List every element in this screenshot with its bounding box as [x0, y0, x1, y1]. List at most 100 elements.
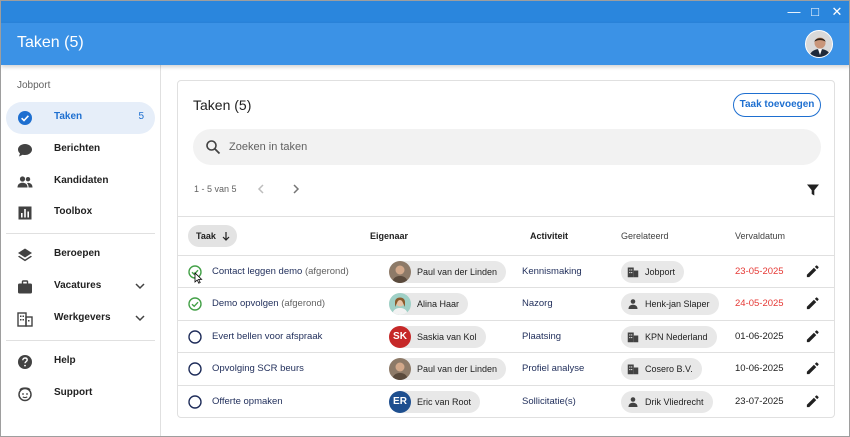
edit-icon[interactable]: [805, 361, 820, 376]
incomplete-circle-icon[interactable]: [188, 362, 202, 376]
sidebar-item-taken[interactable]: Taken 5: [6, 102, 155, 134]
owner-name: Paul van der Linden: [417, 267, 498, 277]
sidebar: Jobport Taken 5 Berichten Kandidaten Too…: [1, 65, 161, 436]
related-chip[interactable]: Jobport: [621, 261, 685, 283]
sidebar-item-support[interactable]: Support: [6, 378, 155, 410]
due-date: 10-06-2025: [735, 363, 784, 374]
maximize-button[interactable]: □: [807, 4, 823, 20]
building-icon: [627, 364, 639, 375]
sidebar-section-title: Jobport: [17, 80, 51, 91]
owner-chip[interactable]: ER Eric van Root: [389, 391, 481, 413]
person-icon: [628, 299, 638, 309]
sidebar-item-beroepen[interactable]: Beroepen: [6, 239, 155, 271]
related-name: Henk-jan Slaper: [645, 299, 710, 309]
column-header-activity[interactable]: Activiteit: [530, 231, 568, 241]
user-avatar[interactable]: [805, 30, 833, 58]
owner-photo: [389, 358, 411, 380]
task-title[interactable]: Opvolging SCR beurs: [212, 363, 304, 374]
sidebar-item-label: Kandidaten: [54, 175, 109, 186]
owner-chip[interactable]: Alina Haar: [389, 293, 469, 315]
edit-icon[interactable]: [805, 394, 820, 409]
task-title[interactable]: Contact leggen demo (afgerond): [212, 266, 349, 277]
sidebar-item-help[interactable]: Help: [6, 346, 155, 378]
task-title[interactable]: Demo opvolgen (afgerond): [212, 298, 325, 309]
chevron-right-icon[interactable]: [289, 182, 303, 196]
incomplete-circle-icon[interactable]: [188, 330, 202, 344]
task-title[interactable]: Offerte opmaken: [212, 396, 283, 407]
mouse-cursor-icon: [194, 272, 203, 284]
related-chip[interactable]: Cosero B.V.: [621, 358, 702, 380]
task-title[interactable]: Evert bellen voor afspraak: [212, 331, 322, 342]
column-header-task: Taak: [196, 231, 216, 241]
owner-photo: [389, 293, 411, 315]
minimize-button[interactable]: —: [786, 4, 802, 20]
owner-chip[interactable]: Paul van der Linden: [389, 261, 507, 283]
sidebar-item-label: Werkgevers: [54, 312, 111, 323]
building-icon: [627, 332, 639, 343]
building-icon: [17, 312, 33, 327]
task-activity: Nazorg: [522, 298, 553, 309]
due-date: 23-05-2025: [735, 266, 784, 277]
layers-icon: [18, 248, 32, 262]
sidebar-item-toolbox[interactable]: Toolbox: [6, 197, 155, 229]
sidebar-item-kandidaten[interactable]: Kandidaten: [6, 166, 155, 198]
related-chip[interactable]: Henk-jan Slaper: [621, 293, 719, 315]
owner-avatar: [389, 261, 411, 283]
table-row[interactable]: Evert bellen voor afspraak SK Saskia van…: [178, 320, 834, 352]
incomplete-circle-icon[interactable]: [188, 395, 202, 409]
task-activity: Plaatsing: [522, 331, 562, 342]
owner-chip[interactable]: SK Saskia van Kol: [389, 326, 486, 348]
owner-avatar: [389, 293, 411, 315]
table-row[interactable]: Contact leggen demo (afgerond) Paul van …: [178, 255, 834, 287]
support-icon: [18, 387, 32, 402]
chevron-left-icon[interactable]: [254, 182, 268, 196]
search-input[interactable]: [229, 137, 789, 157]
help-icon: [18, 355, 32, 369]
sidebar-item-vacatures[interactable]: Vacatures: [6, 271, 155, 303]
arrow-down-icon: [222, 232, 230, 241]
sidebar-item-count: 5: [138, 111, 144, 122]
due-date: 24-05-2025: [735, 298, 784, 309]
edit-icon[interactable]: [805, 296, 820, 311]
related-name: Cosero B.V.: [645, 364, 693, 374]
chat-bubble-icon: [18, 144, 32, 157]
edit-icon[interactable]: [805, 264, 820, 279]
table-row[interactable]: Opvolging SCR beurs Paul van der Linden …: [178, 352, 834, 384]
column-header-due[interactable]: Vervaldatum: [735, 231, 785, 241]
owner-name: Eric van Root: [417, 397, 472, 407]
sidebar-divider: [6, 233, 155, 234]
column-header-owner[interactable]: Eigenaar: [370, 231, 408, 241]
filter-icon[interactable]: [806, 183, 820, 197]
sidebar-item-berichten[interactable]: Berichten: [6, 134, 155, 166]
edit-icon[interactable]: [805, 329, 820, 344]
table-row[interactable]: Offerte opmaken ER Eric van Root Sollici…: [178, 385, 834, 417]
app-window: — □ ✕ Taken (5) Jobport Taken 5 Berichte…: [0, 0, 850, 437]
add-task-button[interactable]: Taak toevoegen: [733, 93, 821, 117]
building-icon: [627, 267, 639, 278]
completed-check-icon[interactable]: [188, 297, 202, 311]
search-bar: [193, 129, 821, 165]
column-header-related[interactable]: Gerelateerd: [621, 231, 669, 241]
owner-name: Paul van der Linden: [417, 364, 498, 374]
close-button[interactable]: ✕: [829, 4, 845, 20]
owner-avatar: [389, 358, 411, 380]
search-icon: [206, 140, 221, 155]
sidebar-item-label: Berichten: [54, 143, 101, 154]
owner-avatar-initials: SK: [389, 326, 411, 348]
related-chip[interactable]: KPN Nederland: [621, 326, 717, 348]
app-title: Taken (5): [17, 34, 84, 51]
page-title: Taken (5): [193, 97, 252, 113]
related-name: Jobport: [645, 267, 676, 277]
sidebar-divider: [6, 340, 155, 341]
related-chip[interactable]: Drik Vliedrecht: [621, 391, 713, 413]
app-bar: Taken (5): [1, 23, 849, 65]
sidebar-item-label: Support: [54, 387, 93, 398]
sort-by-task-button[interactable]: Taak: [188, 225, 237, 247]
check-circle-icon: [18, 111, 32, 125]
table-header-divider: [178, 216, 834, 217]
chevron-down-icon: [135, 315, 145, 322]
related-name: Drik Vliedrecht: [645, 397, 704, 407]
sidebar-item-werkgevers[interactable]: Werkgevers: [6, 303, 155, 335]
owner-chip[interactable]: Paul van der Linden: [389, 358, 507, 380]
table-row[interactable]: Demo opvolgen (afgerond) Alina Haar Nazo…: [178, 287, 834, 319]
